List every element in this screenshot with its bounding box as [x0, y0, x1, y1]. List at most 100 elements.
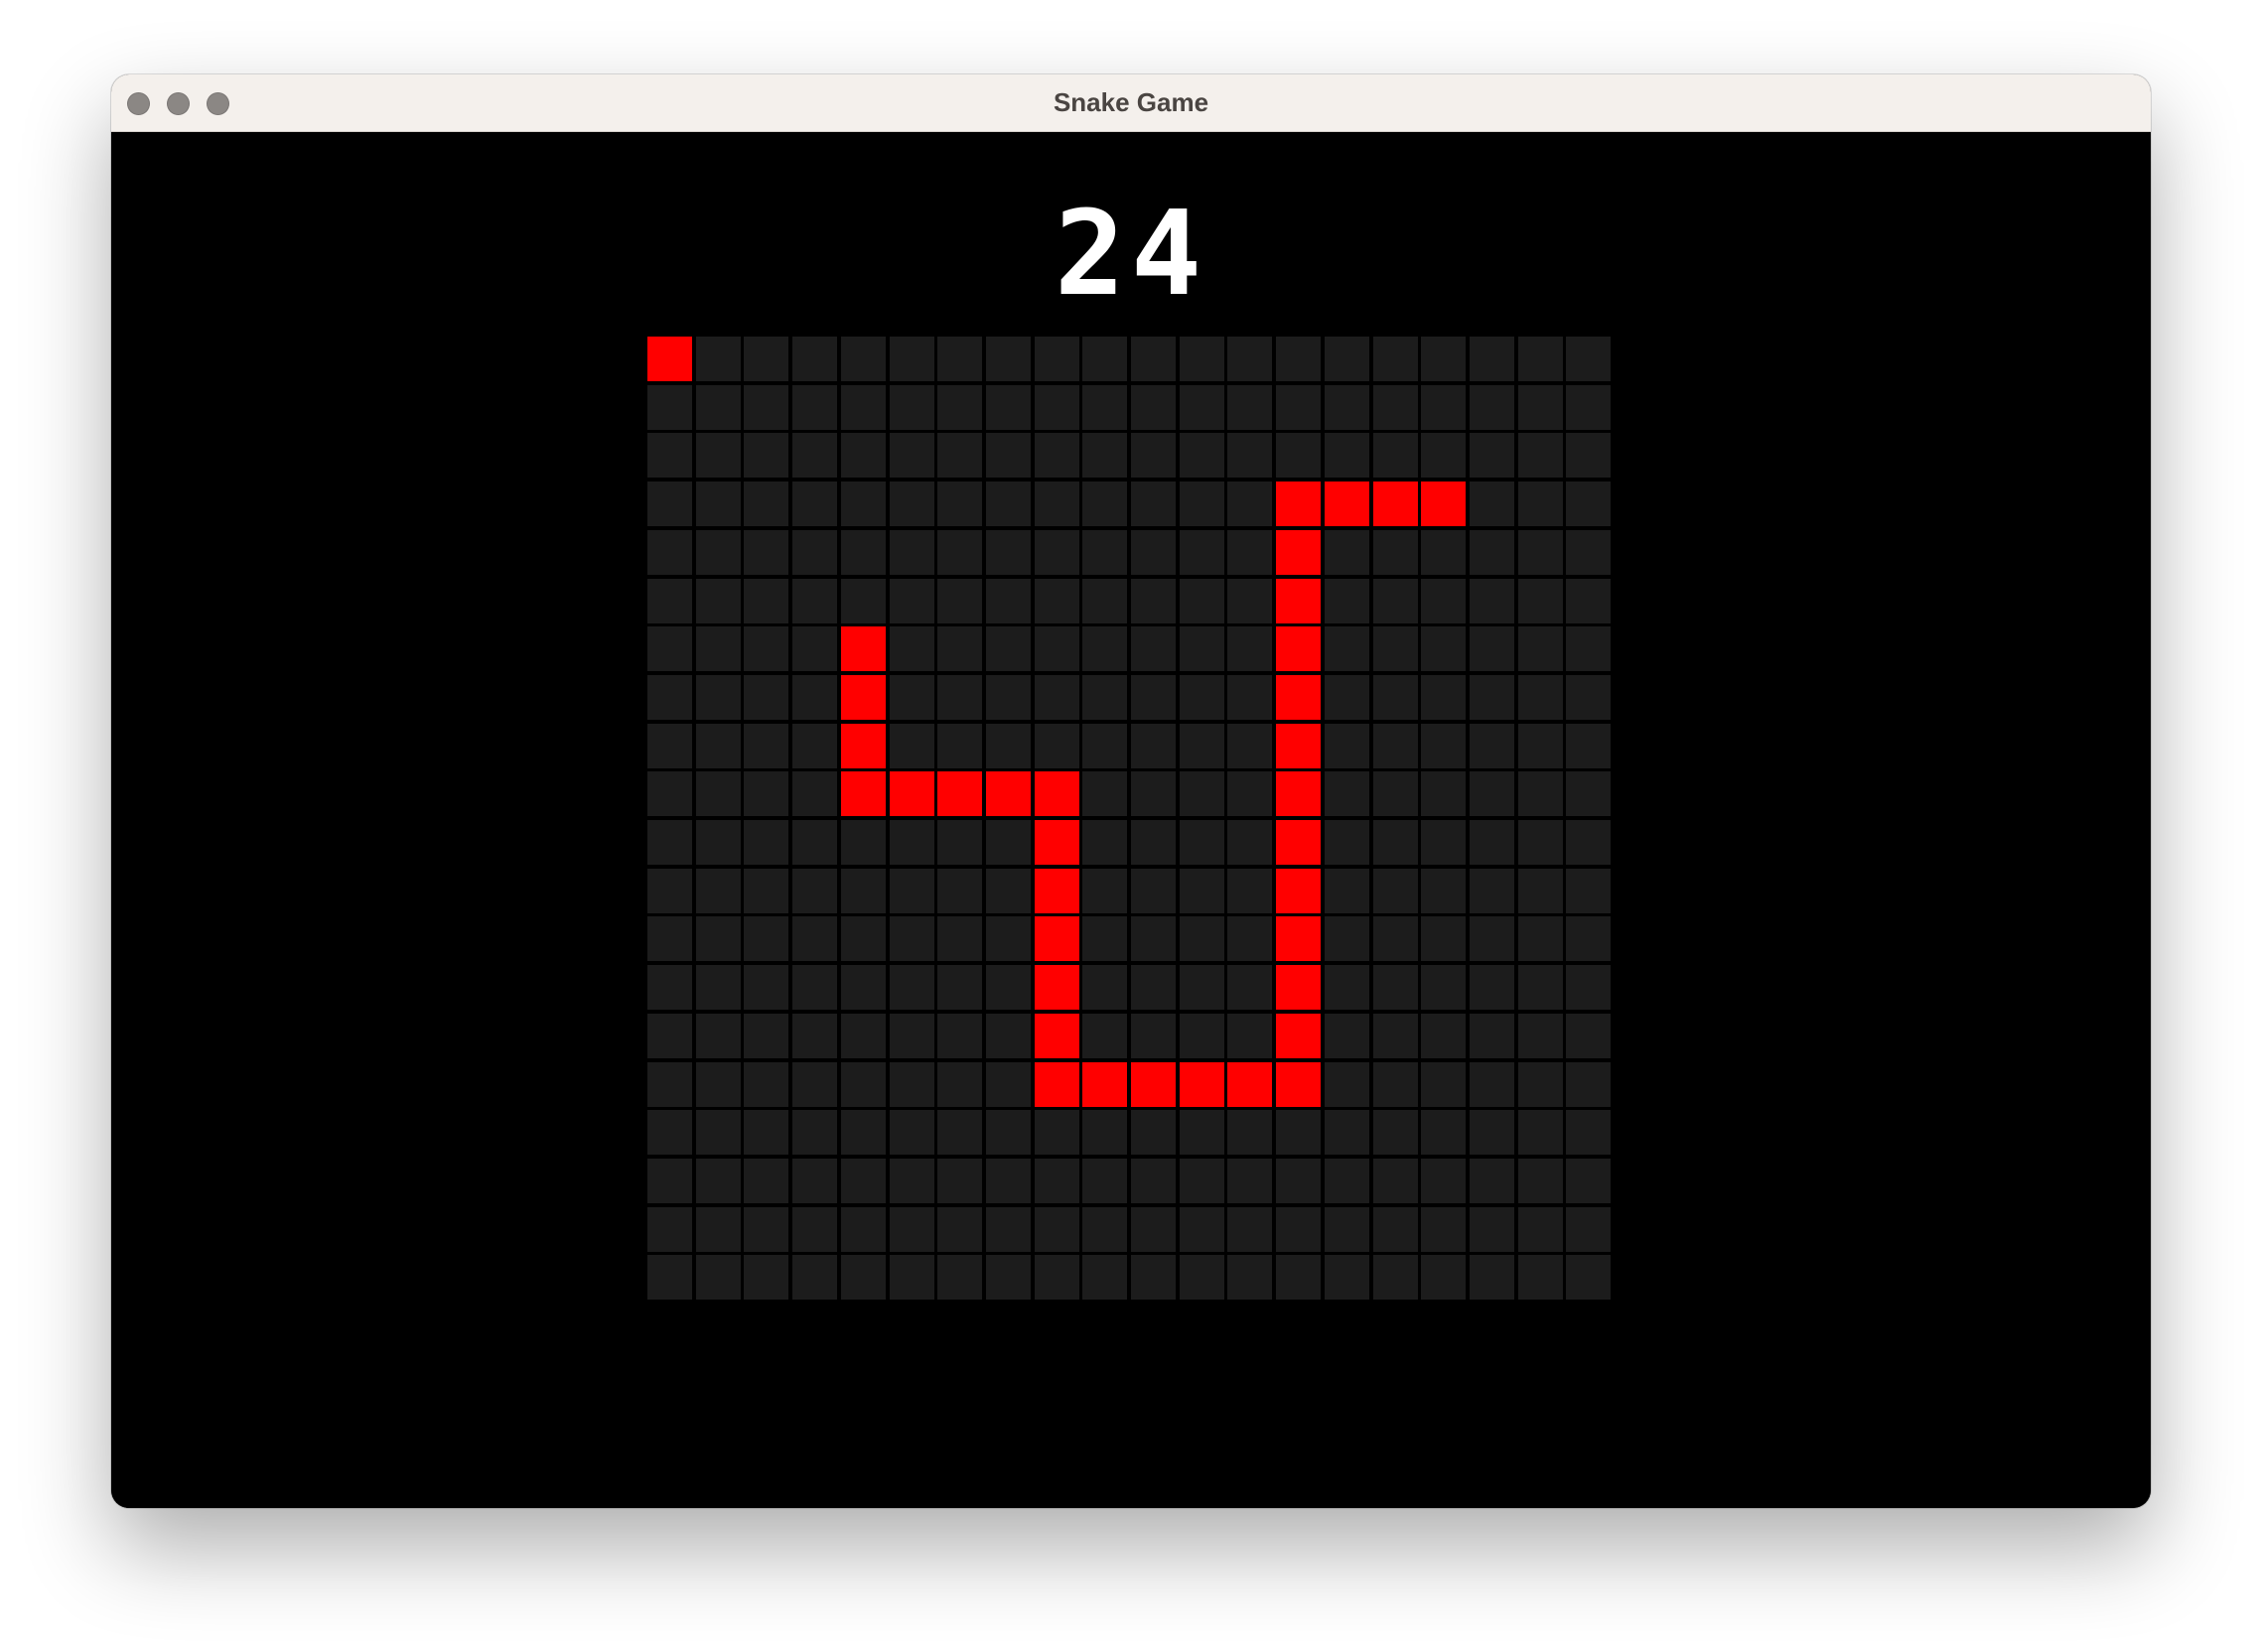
grid-cell: [1276, 337, 1321, 381]
grid-cell: [1131, 1255, 1176, 1300]
grid-cell: [937, 869, 982, 913]
grid-cell: [744, 530, 788, 575]
grid-cell: [841, 1062, 886, 1107]
grid-cell: [792, 433, 837, 478]
snake-segment: [1035, 1014, 1079, 1058]
grid-cell: [986, 916, 1031, 961]
grid-cell: [890, 675, 934, 720]
grid-cell: [744, 385, 788, 430]
grid-cell: [792, 626, 837, 671]
grid-cell: [792, 579, 837, 623]
grid-cell: [841, 869, 886, 913]
grid-cell: [1325, 675, 1369, 720]
grid-cell: [841, 482, 886, 526]
grid-cell: [1421, 1110, 1466, 1155]
grid-cell: [1180, 1255, 1224, 1300]
grid-cell: [1180, 1110, 1224, 1155]
grid-cell: [1421, 820, 1466, 865]
snake-segment: [1276, 965, 1321, 1010]
grid-cell: [1180, 675, 1224, 720]
grid-cell: [1470, 724, 1514, 768]
grid-cell: [1180, 724, 1224, 768]
snake-segment: [1131, 1062, 1176, 1107]
grid-cell: [1421, 724, 1466, 768]
title-bar[interactable]: Snake Game: [111, 74, 2151, 132]
grid-cell: [841, 1110, 886, 1155]
grid-cell: [1227, 771, 1272, 816]
grid-cell: [696, 965, 741, 1010]
snake-segment: [1276, 916, 1321, 961]
grid-cell: [647, 675, 692, 720]
grid-cell: [1373, 724, 1418, 768]
game-board[interactable]: [647, 337, 1614, 1303]
grid-cell: [1373, 385, 1418, 430]
grid-cell: [1180, 579, 1224, 623]
grid-cell: [1470, 1110, 1514, 1155]
snake-segment: [1276, 1062, 1321, 1107]
grid-cell: [1082, 675, 1127, 720]
grid-cell: [1373, 1159, 1418, 1203]
grid-cell: [1470, 820, 1514, 865]
grid-cell: [647, 771, 692, 816]
grid-cell: [1325, 916, 1369, 961]
grid-cell: [986, 1062, 1031, 1107]
grid-cell: [1470, 916, 1514, 961]
grid-cell: [1566, 1014, 1611, 1058]
grid-cell: [696, 1255, 741, 1300]
grid-cell: [792, 530, 837, 575]
grid-cell: [1082, 433, 1127, 478]
snake-segment: [890, 771, 934, 816]
game-canvas[interactable]: 24: [111, 132, 2151, 1508]
grid-cell: [696, 869, 741, 913]
grid-cell: [1373, 869, 1418, 913]
grid-cell: [1518, 1255, 1563, 1300]
grid-cell: [841, 530, 886, 575]
grid-cell: [1082, 724, 1127, 768]
grid-cell: [1325, 771, 1369, 816]
grid-cell: [744, 1255, 788, 1300]
grid-cell: [744, 675, 788, 720]
grid-cell: [937, 1110, 982, 1155]
grid-cell: [1373, 771, 1418, 816]
grid-cell: [744, 433, 788, 478]
grid-cell: [986, 1014, 1031, 1058]
grid-cell: [1470, 626, 1514, 671]
grid-cell: [986, 1159, 1031, 1203]
grid-cell: [1373, 675, 1418, 720]
grid-cell: [937, 530, 982, 575]
grid-cell: [1082, 869, 1127, 913]
grid-cell: [1421, 916, 1466, 961]
grid-cell: [890, 1255, 934, 1300]
grid-cell: [1566, 626, 1611, 671]
grid-cell: [647, 916, 692, 961]
grid-cell: [1518, 626, 1563, 671]
grid-cell: [1373, 820, 1418, 865]
grid-cell: [937, 337, 982, 381]
grid-cell: [792, 1062, 837, 1107]
grid-cell: [1180, 771, 1224, 816]
grid-cell: [1325, 965, 1369, 1010]
grid-cell: [986, 1207, 1031, 1252]
grid-cell: [792, 724, 837, 768]
snake-segment: [1035, 869, 1079, 913]
grid-cell: [1082, 771, 1127, 816]
grid-cell: [1470, 1207, 1514, 1252]
grid-cell: [841, 1207, 886, 1252]
grid-cell: [1131, 916, 1176, 961]
grid-cell: [1566, 385, 1611, 430]
snake-segment: [1276, 1014, 1321, 1058]
grid-cell: [1180, 626, 1224, 671]
grid-cell: [744, 965, 788, 1010]
grid-cell: [744, 337, 788, 381]
grid-cell: [1518, 1062, 1563, 1107]
grid-cell: [1180, 1207, 1224, 1252]
grid-cell: [937, 1014, 982, 1058]
grid-cell: [1131, 1159, 1176, 1203]
grid-cell: [1421, 869, 1466, 913]
grid-cell: [1470, 965, 1514, 1010]
snake-segment: [1276, 530, 1321, 575]
grid-cell: [1227, 1159, 1272, 1203]
grid-cell: [1227, 1207, 1272, 1252]
grid-cell: [1566, 1207, 1611, 1252]
grid-cell: [1421, 337, 1466, 381]
